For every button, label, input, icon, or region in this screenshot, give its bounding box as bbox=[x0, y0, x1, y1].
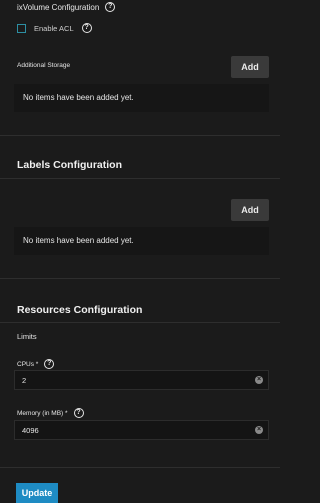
add-storage-button[interactable]: Add bbox=[231, 56, 269, 78]
enable-acl-row[interactable]: Enable ACL ? bbox=[17, 23, 92, 33]
memory-label: Memory (in MB) * bbox=[17, 409, 68, 417]
memory-label-row: Memory (in MB) * ? bbox=[17, 408, 84, 418]
cpus-label: CPUs * bbox=[17, 360, 39, 368]
ixvolume-header: ixVolume Configuration ? bbox=[17, 2, 116, 12]
divider bbox=[0, 467, 280, 468]
help-icon[interactable]: ? bbox=[81, 23, 92, 33]
help-icon[interactable]: ? bbox=[105, 2, 116, 12]
help-icon[interactable]: ? bbox=[73, 408, 84, 418]
divider bbox=[0, 278, 280, 279]
divider bbox=[0, 178, 280, 179]
cpus-value: 2 bbox=[22, 376, 27, 385]
labels-config-title: Labels Configuration bbox=[17, 159, 122, 171]
clear-icon[interactable]: × bbox=[255, 426, 263, 434]
memory-input[interactable]: 4096 bbox=[14, 420, 269, 440]
enable-acl-checkbox[interactable] bbox=[17, 23, 26, 33]
enable-acl-label: Enable ACL bbox=[34, 23, 74, 33]
limits-label: Limits bbox=[17, 332, 37, 341]
cpus-input[interactable]: 2 bbox=[14, 370, 269, 390]
clear-icon[interactable]: × bbox=[255, 376, 263, 384]
add-label-button[interactable]: Add bbox=[231, 199, 269, 221]
cpus-label-row: CPUs * ? bbox=[17, 359, 55, 369]
labels-empty-text: No items have been added yet. bbox=[23, 236, 134, 245]
resources-config-title: Resources Configuration bbox=[17, 304, 143, 316]
ixvolume-title: ixVolume Configuration bbox=[17, 2, 100, 12]
additional-storage-label: Additional Storage bbox=[17, 62, 71, 69]
memory-value: 4096 bbox=[22, 426, 39, 435]
update-button[interactable]: Update bbox=[16, 483, 58, 503]
divider bbox=[0, 135, 280, 136]
additional-storage-empty-text: No items have been added yet. bbox=[23, 93, 134, 102]
help-icon[interactable]: ? bbox=[44, 359, 55, 369]
divider bbox=[0, 322, 280, 323]
